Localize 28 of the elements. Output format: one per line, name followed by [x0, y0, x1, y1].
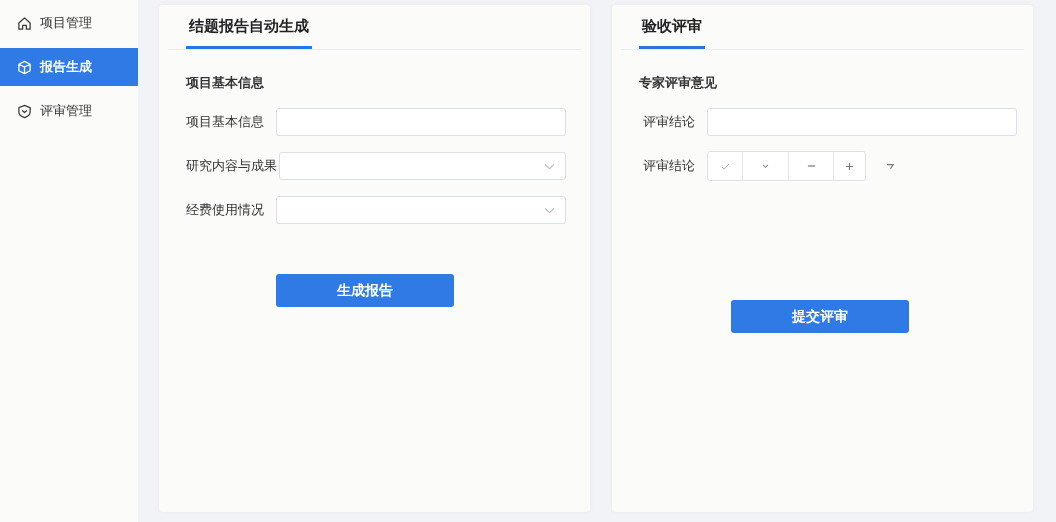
chevron-down-icon: [544, 206, 555, 214]
field-label: 评审结论: [642, 157, 696, 175]
sidebar-item[interactable]: 评审管理: [0, 92, 138, 130]
cube-icon: [17, 59, 32, 75]
panel-tab[interactable]: 验收评审: [639, 17, 705, 49]
select-field[interactable]: [279, 152, 566, 180]
minus-icon: [806, 165, 816, 167]
chevron-down-icon: [544, 162, 555, 170]
chevron-down-icon: [761, 163, 770, 169]
section-title: 专家评审意见: [639, 74, 718, 92]
submit-button[interactable]: 生成报告: [276, 274, 454, 307]
home-icon: [17, 15, 32, 31]
field-label: 评审结论: [642, 113, 696, 131]
sidebar-item[interactable]: 项目管理: [0, 4, 138, 42]
input-field[interactable]: [707, 108, 1017, 136]
shield-icon: [17, 103, 32, 119]
sidebar-item[interactable]: 报告生成: [0, 48, 138, 86]
submit-button[interactable]: 提交评审: [731, 300, 909, 333]
input-field[interactable]: [276, 108, 566, 136]
section-title: 项目基本信息: [186, 74, 265, 92]
field-label: 经费使用情况: [186, 201, 265, 219]
select-field[interactable]: [276, 196, 566, 224]
check-icon: [720, 161, 730, 171]
field-label: 研究内容与成果: [186, 157, 277, 175]
panel-tab[interactable]: 结题报告自动生成: [186, 17, 312, 49]
field-label: 项目基本信息: [186, 113, 265, 131]
segmented-control[interactable]: [707, 151, 866, 181]
plus-icon: [845, 161, 854, 171]
